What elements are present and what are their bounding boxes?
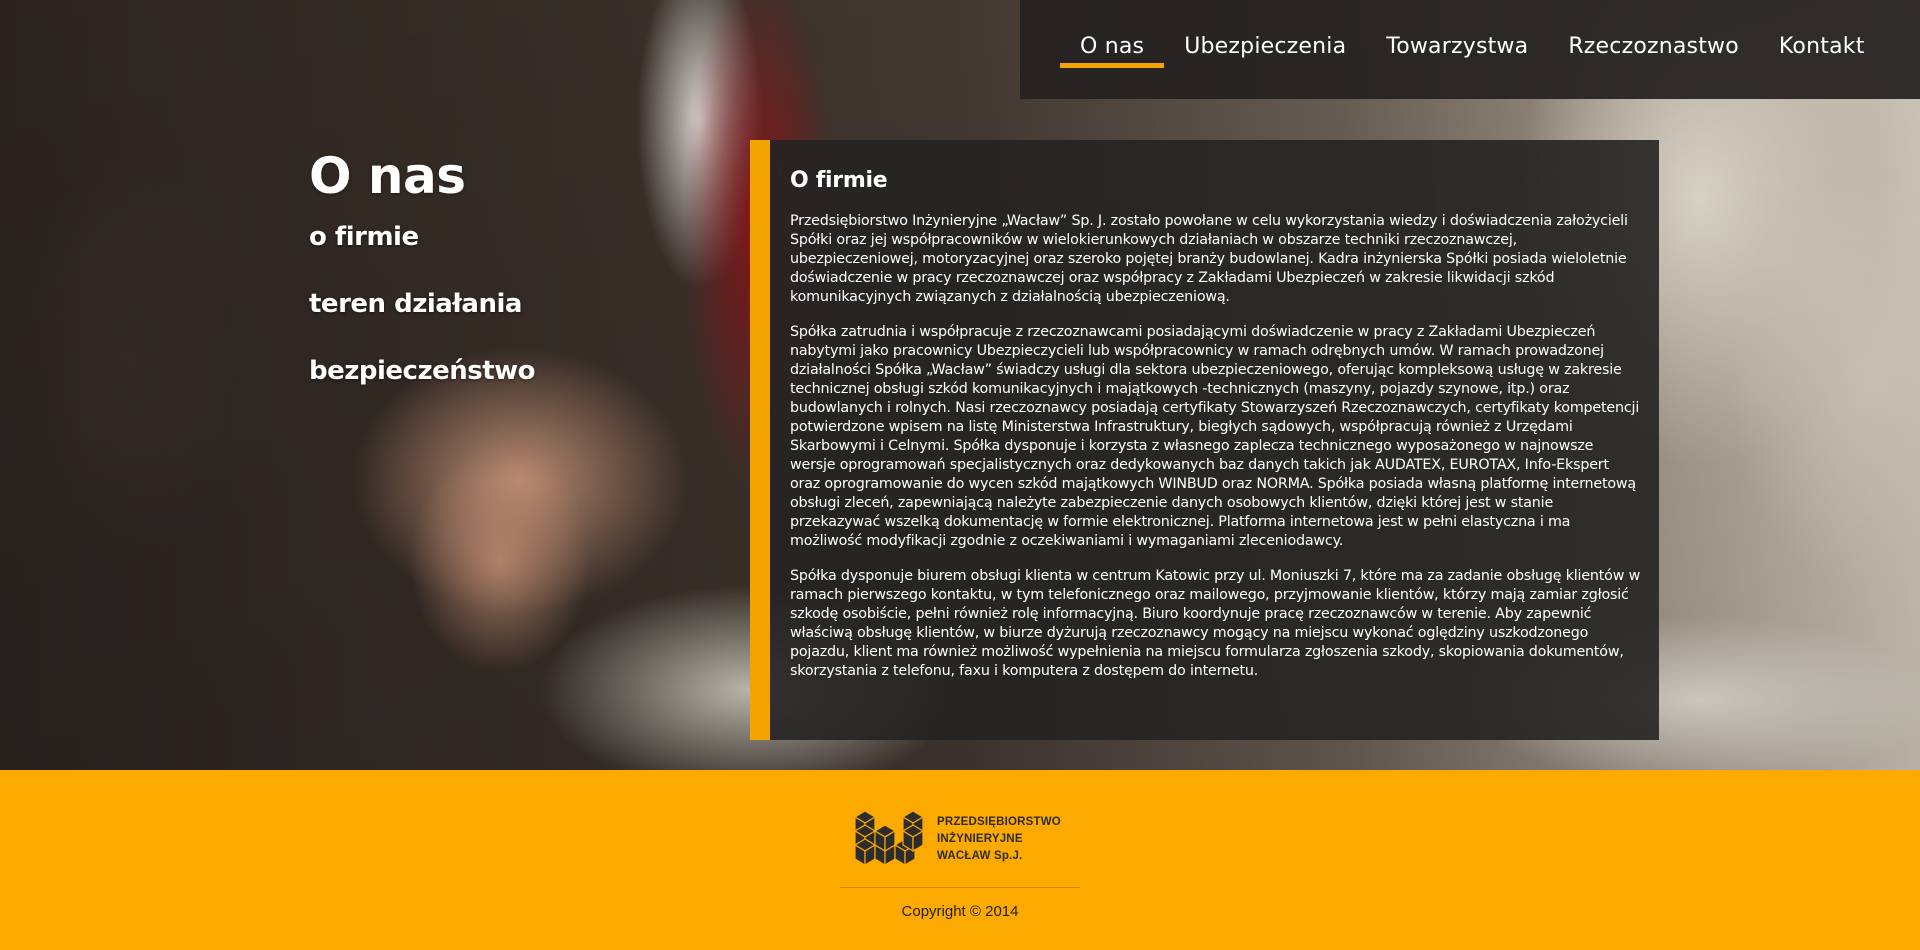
copyright-text: Copyright © 2014 (901, 903, 1019, 920)
main-navigation: O nas Ubezpieczenia Towarzystwa Rzeczozn… (1020, 0, 1920, 99)
submenu-link-o-firmie[interactable]: o firmie (309, 222, 569, 252)
logo-line: INŻYNIERYJNE (937, 832, 1023, 845)
content-panel: O firmie Przedsiębiorstwo Inżynieryjne „… (750, 140, 1659, 740)
section-title: O nas (309, 147, 466, 205)
section-submenu: O nas o firmie teren działania bezpiecze… (309, 148, 569, 386)
nav-item-o-nas[interactable]: O nas (1060, 0, 1165, 70)
cubes-logo-icon (853, 810, 925, 867)
nav-item-ubezpieczenia[interactable]: Ubezpieczenia (1164, 0, 1366, 70)
footer-divider (840, 887, 1080, 888)
submenu-link-bezpieczenstwo[interactable]: bezpieczeństwo (309, 356, 569, 386)
submenu-link-teren-dzialania[interactable]: teren działania (309, 289, 569, 319)
logo-wordmark: PRZEDSIĘBIORSTWO INŻYNIERYJNE WACŁAW Sp.… (937, 814, 1061, 865)
company-logo[interactable]: PRZEDSIĘBIORSTWO INŻYNIERYJNE WACŁAW Sp.… (853, 806, 1065, 872)
content-title: O firmie (790, 168, 888, 193)
nav-item-towarzystwa[interactable]: Towarzystwa (1366, 0, 1548, 70)
accent-bar (750, 140, 770, 740)
nav-item-kontakt[interactable]: Kontakt (1759, 0, 1885, 70)
logo-line: WACŁAW Sp.J. (937, 849, 1023, 862)
content-paragraph: Przedsiębiorstwo Inżynieryjne „Wacław” S… (790, 213, 1628, 305)
footer: PRZEDSIĘBIORSTWO INŻYNIERYJNE WACŁAW Sp.… (0, 770, 1920, 950)
content-paragraph: Spółka zatrudnia i współpracuje z rzeczo… (790, 324, 1640, 549)
nav-item-rzeczoznastwo[interactable]: Rzeczoznastwo (1548, 0, 1759, 70)
logo-line: PRZEDSIĘBIORSTWO (937, 815, 1061, 828)
content-paragraph: Spółka dysponuje biurem obsługi klienta … (790, 568, 1641, 679)
